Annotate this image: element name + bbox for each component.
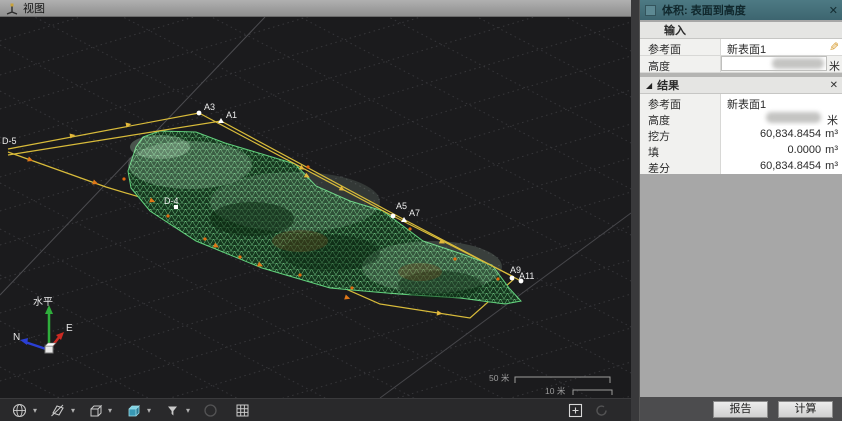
svg-text:A7: A7 (409, 208, 420, 218)
svg-text:水平: 水平 (33, 296, 53, 308)
reference-surface-label: 参考面 (640, 39, 721, 55)
view-tab-label: 视图 (23, 0, 45, 16)
result-cut-label: 挖方 (640, 126, 721, 142)
view-titlebar[interactable]: 视图 (0, 0, 631, 17)
view-toolbar: ▾ ▾ ▾ ▾ ▾ (0, 398, 631, 421)
panel-header: 体积: 表面到高度 ✕ (640, 0, 842, 20)
svg-text:A1: A1 (226, 110, 237, 120)
result-refsurface-row: 参考面 新表面1 (640, 94, 842, 111)
svg-text:D-5: D-5 (2, 136, 17, 146)
result-elevation-row: 高度 米 (640, 110, 842, 127)
report-button[interactable]: 报告 (713, 401, 768, 418)
result-fill-row: 填 0.0000m³ (640, 142, 842, 159)
svg-text:N: N (13, 332, 20, 343)
results-section-title: 结果 (657, 77, 679, 93)
svg-text:D-4: D-4 (164, 196, 179, 206)
grid-view-icon[interactable] (234, 402, 251, 419)
panel-title: 体积: 表面到高度 (662, 2, 829, 18)
svg-text:50 米: 50 米 (489, 373, 510, 383)
input-section-title: 输入 (664, 22, 686, 38)
redacted-value (772, 58, 824, 69)
svg-text:10 米: 10 米 (545, 386, 566, 396)
result-elevation-label: 高度 (640, 110, 721, 126)
svg-text:A3: A3 (204, 102, 215, 112)
svg-text:E: E (66, 323, 73, 334)
elevation-value-cell: 米 (721, 56, 842, 72)
add-pane-icon[interactable] (567, 402, 584, 419)
input-section-header[interactable]: 输入 (640, 22, 842, 39)
render-mode-caret-icon[interactable]: ▾ (33, 406, 37, 415)
redacted-value (766, 112, 821, 123)
clip-plane-caret-icon[interactable]: ▾ (71, 406, 75, 415)
calculate-button[interactable]: 计算 (778, 401, 833, 418)
result-refsurface-value: 新表面1 (721, 94, 842, 110)
view-tab-icon (5, 2, 18, 15)
wire-cube-caret-icon[interactable]: ▾ (108, 406, 112, 415)
result-cut-row: 挖方 60,834.8454m³ (640, 126, 842, 143)
svg-text:A5: A5 (396, 201, 407, 211)
limit-box-icon[interactable] (125, 402, 142, 419)
volume-panel: 体积: 表面到高度 ✕ 输入 参考面 新表面1 ✎ 高度 米 ◢ (639, 0, 842, 421)
result-cut-value: 60,834.8454m³ (721, 126, 842, 142)
elevation-input[interactable] (721, 56, 827, 71)
reference-surface-row: 参考面 新表面1 ✎ (640, 39, 842, 56)
filter-caret-icon[interactable]: ▾ (186, 406, 190, 415)
refresh-faint-icon[interactable] (593, 402, 610, 419)
elevation-label: 高度 (640, 56, 721, 72)
filter-icon[interactable] (164, 402, 181, 419)
result-difference-label: 差分 (640, 158, 721, 174)
results-section-header[interactable]: ◢ 结果 ✕ (640, 77, 842, 94)
edit-pencil-icon[interactable]: ✎ (829, 40, 839, 54)
render-mode-icon[interactable] (11, 402, 28, 419)
wire-cube-icon[interactable] (87, 402, 104, 419)
collapse-triangle-icon[interactable]: ◢ (646, 81, 652, 90)
result-difference-value: 60,834.8454m³ (721, 158, 842, 174)
reference-surface-value[interactable]: 新表面1 ✎ (721, 39, 842, 55)
clip-plane-icon[interactable] (49, 402, 66, 419)
result-fill-value: 0.0000m³ (721, 142, 842, 158)
result-refsurface-label: 参考面 (640, 94, 721, 110)
svg-text:A11: A11 (519, 271, 534, 281)
view-pane: 视图 D-5A3A1D-4A5A7A9A11水平NE50 米10 米 ▾ ▾ ▾… (0, 0, 631, 421)
panel-icon (645, 5, 656, 16)
elevation-input-row: 高度 米 (640, 56, 842, 73)
elevation-unit: 米 (829, 58, 840, 74)
panel-close-icon[interactable]: ✕ (829, 4, 838, 17)
result-difference-row: 差分 60,834.8454m³ (640, 158, 842, 175)
app-window: 视图 D-5A3A1D-4A5A7A9A11水平NE50 米10 米 ▾ ▾ ▾… (0, 0, 842, 421)
results-close-icon[interactable]: ✕ (830, 80, 838, 91)
result-fill-label: 填 (640, 142, 721, 158)
panel-button-bar: 报告 计算 (640, 397, 842, 421)
panel-filler (640, 174, 842, 397)
result-elevation-value: 米 (721, 110, 842, 126)
limit-box-caret-icon[interactable]: ▾ (147, 406, 151, 415)
3d-viewport[interactable]: D-5A3A1D-4A5A7A9A11水平NE50 米10 米 (0, 17, 631, 398)
pane-splitter[interactable] (631, 0, 639, 421)
orbit-faint-icon[interactable] (202, 402, 219, 419)
